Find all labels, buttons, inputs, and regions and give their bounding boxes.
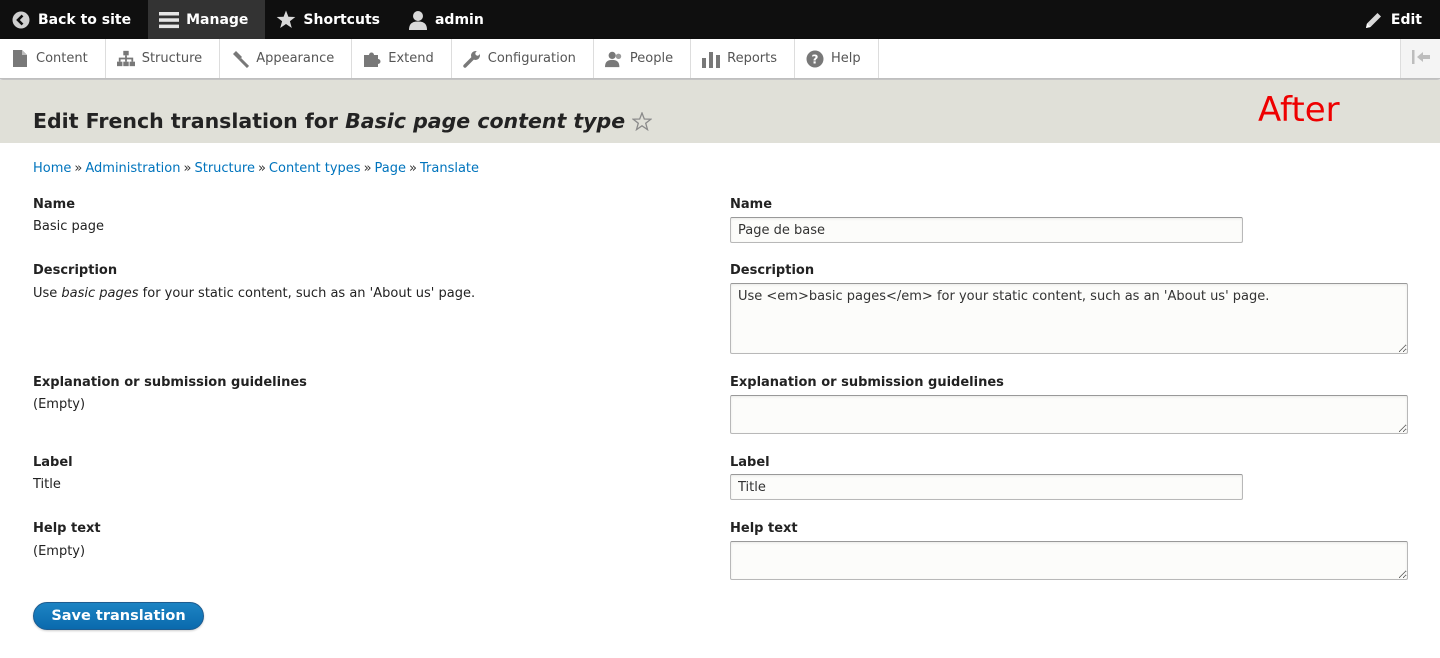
star-icon: [276, 10, 296, 30]
translation-help-textarea[interactable]: [730, 541, 1408, 580]
manage-tab[interactable]: Manage: [148, 0, 266, 39]
shortcuts-tab[interactable]: Shortcuts: [265, 0, 397, 39]
file-icon: [11, 50, 29, 68]
user-tab[interactable]: admin: [397, 0, 501, 39]
tray-item-reports[interactable]: Reports: [691, 39, 795, 78]
wrench-icon: [463, 50, 481, 68]
hamburger-icon: [159, 10, 180, 30]
source-label-label: Label: [33, 455, 73, 470]
breadcrumb-page[interactable]: Page: [375, 161, 406, 176]
tray-collapse-button[interactable]: [1400, 39, 1440, 78]
translation-explanation-textarea[interactable]: [730, 395, 1408, 434]
tray-item-label: Help: [831, 51, 861, 66]
help-icon: ?: [806, 50, 824, 68]
source-explanation-value: (Empty): [33, 397, 86, 412]
source-name-value: Basic page: [33, 219, 105, 234]
structure-icon: [116, 50, 135, 68]
breadcrumb-translate[interactable]: Translate: [420, 161, 479, 176]
user-label: admin: [434, 11, 484, 28]
breadcrumb-separator: »: [257, 161, 266, 176]
tray-item-label: People: [629, 51, 674, 66]
tray-item-label: Content: [36, 51, 88, 66]
svg-text:?: ?: [812, 52, 819, 66]
translation-description-textarea[interactable]: Use <em>basic pages</em> for your static…: [730, 283, 1408, 354]
bar-chart-icon: [702, 50, 721, 68]
breadcrumb: Home» Administration» Structure» Content ty…: [33, 161, 479, 176]
admin-toolbar: Back to site Manage Shortcuts admin Edit: [0, 0, 1440, 39]
source-explanation-label: Explanation or submission guidelines: [33, 375, 307, 390]
breadcrumb-separator: »: [409, 161, 417, 176]
breadcrumb-home[interactable]: Home: [33, 161, 71, 176]
translation-explanation-label: Explanation or submission guidelines: [730, 375, 1004, 390]
page-title-prefix: Edit French translation for: [33, 109, 338, 133]
breadcrumb-content-types[interactable]: Content types: [269, 161, 361, 176]
people-icon: [604, 50, 623, 68]
back-arrow-icon: [11, 10, 31, 30]
page-title-emphasis: Basic page content type: [345, 109, 626, 133]
tray-item-appearance[interactable]: Appearance: [220, 39, 353, 78]
admin-tray: Content Structure Appearance Extend Conf…: [0, 39, 1440, 79]
tray-item-label: Configuration: [487, 51, 576, 66]
edit-mode-toggle[interactable]: Edit: [1354, 0, 1440, 39]
source-description-label: Description: [33, 263, 118, 278]
breadcrumb-administration[interactable]: Administration: [85, 161, 180, 176]
source-description-value: Use basic pages for your static content,…: [33, 286, 475, 301]
translation-name-label: Name: [730, 197, 773, 212]
source-help-label: Help text: [33, 521, 101, 536]
breadcrumb-structure[interactable]: Structure: [194, 161, 254, 176]
pencil-icon: [1364, 10, 1384, 30]
tray-item-people[interactable]: People: [594, 39, 692, 78]
breadcrumb-separator: »: [363, 161, 372, 176]
tray-item-label: Appearance: [256, 51, 335, 66]
page-title: Edit French translation for Basic page c…: [33, 109, 653, 133]
source-description-post: for your static content, such as an 'Abo…: [138, 286, 476, 301]
tray-item-label: Extend: [388, 51, 434, 66]
breadcrumb-separator: »: [74, 161, 83, 176]
source-description-emphasis: basic pages: [61, 286, 139, 301]
back-to-site-label: Back to site: [38, 11, 132, 28]
source-help-value: (Empty): [33, 544, 86, 559]
tray-item-label: Reports: [727, 51, 777, 66]
tray-item-help[interactable]: ? Help: [795, 39, 879, 78]
tray-item-structure[interactable]: Structure: [106, 39, 221, 78]
source-name-label: Name: [33, 197, 76, 212]
user-icon: [408, 10, 428, 30]
after-overlay-label: After: [1258, 90, 1340, 130]
translation-label-input[interactable]: [730, 474, 1243, 500]
source-label-value: Title: [33, 477, 61, 492]
back-to-site-link[interactable]: Back to site: [0, 0, 148, 39]
tray-item-configuration[interactable]: Configuration: [452, 39, 594, 78]
translation-help-label: Help text: [730, 521, 798, 536]
puzzle-icon: [363, 50, 381, 68]
edit-label: Edit: [1390, 11, 1422, 28]
manage-label: Manage: [186, 11, 249, 28]
shortcuts-label: Shortcuts: [303, 11, 380, 28]
save-translation-button[interactable]: Save translation: [33, 602, 204, 630]
breadcrumb-separator: »: [183, 161, 192, 176]
translation-description-label: Description: [730, 263, 815, 278]
paintbrush-icon: [231, 50, 250, 68]
source-description-pre: Use: [33, 286, 62, 301]
tray-item-content[interactable]: Content: [0, 39, 106, 78]
tray-item-extend[interactable]: Extend: [352, 39, 452, 78]
tray-item-label: Structure: [141, 51, 203, 66]
tray-spacer: [879, 39, 1400, 78]
translation-label-label: Label: [730, 455, 770, 470]
shortcut-star-icon[interactable]: [632, 111, 653, 131]
translation-name-input[interactable]: [730, 217, 1243, 243]
collapse-left-icon: [1411, 49, 1431, 68]
